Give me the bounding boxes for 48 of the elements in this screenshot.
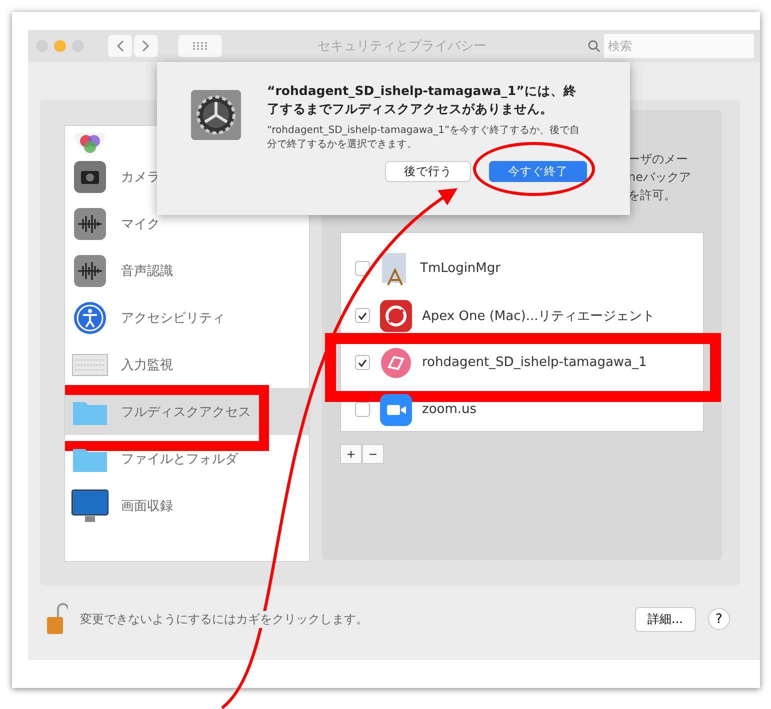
checkbox[interactable] bbox=[355, 261, 370, 276]
camera-icon bbox=[73, 160, 107, 194]
checkmark-icon bbox=[358, 312, 367, 320]
back-button[interactable] bbox=[108, 35, 132, 57]
category-item[interactable]: ファイルとフォルダ bbox=[65, 435, 309, 482]
app-name: rohdagent_SD_ishelp-tamagawa_1 bbox=[422, 355, 647, 370]
remove-button[interactable]: − bbox=[362, 444, 384, 464]
window-title: セキュリティとプライバシー bbox=[316, 38, 488, 55]
checkmark-icon bbox=[358, 358, 367, 366]
waveform-icon bbox=[73, 254, 107, 288]
checkbox[interactable] bbox=[355, 308, 370, 323]
minimize-button[interactable] bbox=[54, 40, 66, 52]
video-camera-icon bbox=[380, 394, 412, 426]
apex-icon bbox=[380, 300, 412, 332]
app-name: Apex One (Mac)...リティエージェント bbox=[422, 308, 656, 324]
add-button[interactable]: + bbox=[340, 444, 362, 464]
category-item[interactable]: 音声認識 bbox=[65, 247, 309, 294]
gear-icon bbox=[191, 90, 241, 140]
chevron-left-icon bbox=[116, 40, 124, 52]
show-all-button[interactable] bbox=[178, 35, 222, 57]
dialog-message: “rohdagent_SD_ishelp-tamagawa_1”を今すぐ終了するか、後で自分で終了するかを選択できます。 bbox=[267, 124, 581, 152]
category-item[interactable]: 入力監視 bbox=[65, 341, 309, 388]
app-name: zoom.us bbox=[422, 402, 477, 417]
app-name: TmLoginMgr bbox=[420, 261, 500, 276]
dialog-title: “rohdagent_SD_ishelp-tamagawa_1”には、終了するまでフルディスクアクセスがありません。 bbox=[267, 82, 578, 118]
details-button[interactable]: 詳細... bbox=[634, 606, 696, 632]
search-icon bbox=[588, 40, 600, 52]
category-item[interactable]: 画面収録 bbox=[65, 482, 309, 529]
description-text: を許可。 bbox=[628, 187, 677, 204]
waveform-icon bbox=[73, 206, 107, 240]
search-field[interactable]: 検索 bbox=[604, 34, 754, 58]
keyboard-icon bbox=[72, 354, 108, 376]
quit-now-button[interactable]: 今すぐ終了 bbox=[489, 161, 587, 182]
category-item[interactable]: アクセシビリティ bbox=[65, 294, 309, 341]
grid-icon bbox=[192, 41, 208, 51]
category-item[interactable]: カメラ bbox=[65, 153, 309, 200]
help-button[interactable]: ? bbox=[708, 608, 730, 630]
forward-button[interactable] bbox=[134, 35, 158, 57]
unlocked-padlock-icon[interactable] bbox=[46, 603, 68, 635]
photos-icon bbox=[73, 133, 107, 153]
checkbox[interactable] bbox=[355, 402, 370, 417]
category-item[interactable]: マイク bbox=[65, 200, 309, 247]
checkbox[interactable] bbox=[355, 355, 370, 370]
rohdagent-icon bbox=[380, 346, 412, 378]
accessibility-icon bbox=[73, 300, 107, 334]
chevron-right-icon bbox=[142, 40, 150, 52]
monitor-icon bbox=[71, 488, 109, 522]
later-button[interactable]: 後で行う bbox=[385, 161, 471, 182]
